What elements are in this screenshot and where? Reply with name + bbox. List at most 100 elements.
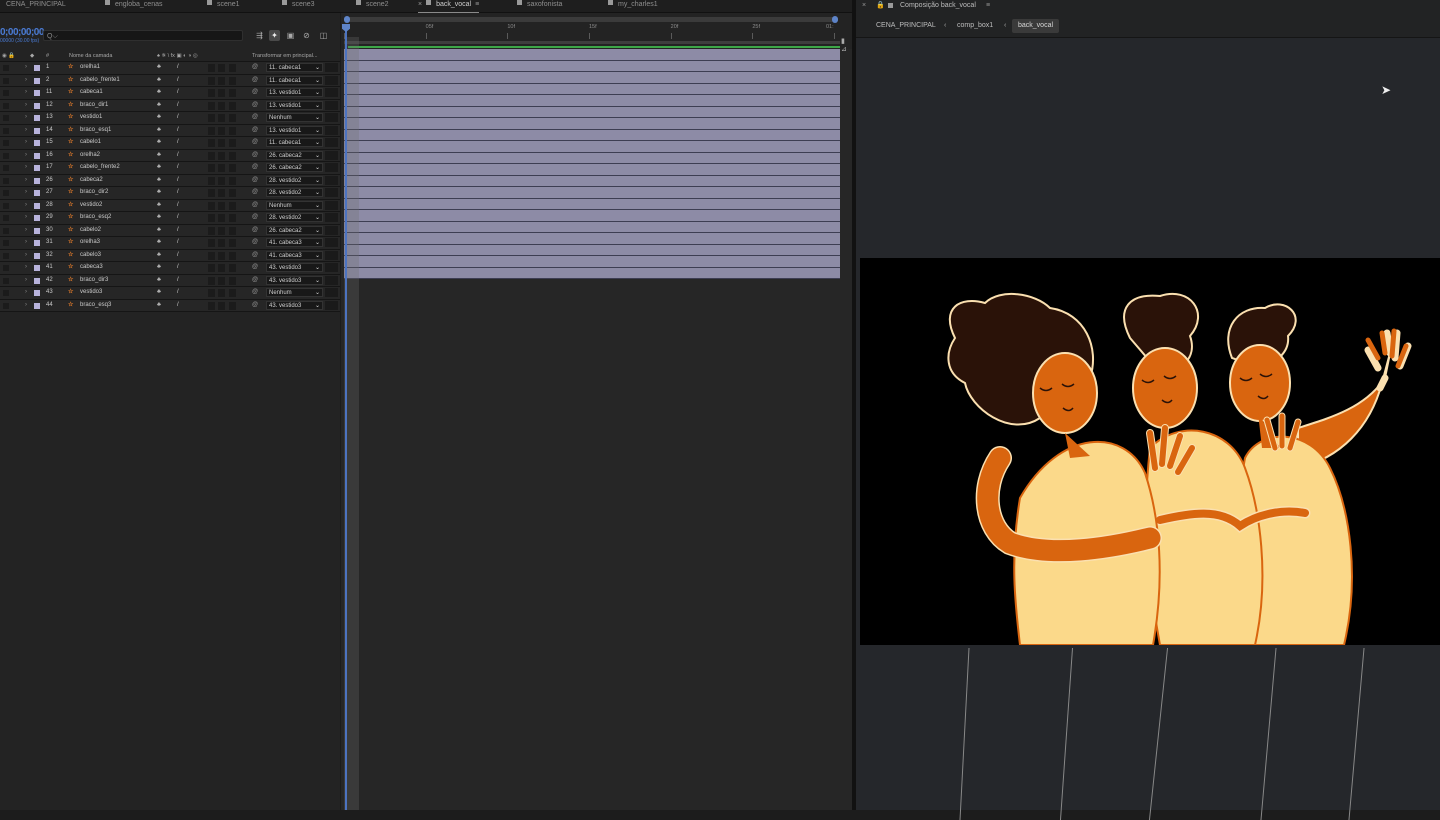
- shy-switch-icon[interactable]: ♣: [157, 187, 161, 199]
- parent-dropdown[interactable]: 28. vestido2 ⌄: [266, 213, 323, 222]
- graph-editor-icon[interactable]: ◫: [318, 30, 329, 41]
- quality-switch-icon[interactable]: /: [177, 200, 179, 212]
- layer-name[interactable]: braco_dir1: [80, 100, 108, 112]
- switch-box[interactable]: [218, 101, 225, 110]
- layer-name[interactable]: vestido2: [80, 200, 102, 212]
- switch-box[interactable]: [208, 89, 215, 97]
- layer-row[interactable]: › 26 ☆ cabeca2 ♣ / @28. vestido2 ⌄: [0, 174, 340, 187]
- switch-box[interactable]: [229, 251, 236, 260]
- switch-box[interactable]: [229, 151, 236, 160]
- shy-switch-icon[interactable]: ♣: [157, 112, 161, 124]
- switch-box[interactable]: [208, 239, 215, 247]
- pick-whip-icon[interactable]: @: [252, 62, 258, 74]
- close-icon[interactable]: ×: [862, 0, 866, 11]
- switch-box[interactable]: [229, 189, 236, 197]
- switch-box[interactable]: [208, 189, 215, 197]
- layer-row[interactable]: › 12 ☆ braco_dir1 ♣ / @13. vestido1 ⌄: [0, 99, 340, 112]
- layer-row[interactable]: › 1 ☆ orelha1 ♣ / @11. cabeca1 ⌄: [0, 62, 340, 75]
- comp-marker-icon[interactable]: ▮ ⊿: [841, 37, 850, 59]
- layer-duration-bar[interactable]: [344, 72, 840, 84]
- layer-label-color[interactable]: [34, 290, 40, 296]
- parent-dropdown[interactable]: Nenhum ⌄: [266, 288, 323, 297]
- switch-box[interactable]: [229, 214, 236, 222]
- parent-dropdown[interactable]: 26. cabeca2 ⌄: [266, 225, 323, 235]
- switch-box[interactable]: [218, 126, 225, 135]
- switch-box[interactable]: [208, 201, 215, 210]
- switch-box[interactable]: [229, 264, 236, 272]
- expand-chevron-icon[interactable]: ›: [25, 200, 27, 212]
- switch-box[interactable]: [229, 276, 236, 285]
- switch-box[interactable]: [218, 164, 225, 172]
- quality-switch-icon[interactable]: /: [177, 100, 179, 112]
- parent-dropdown[interactable]: 13. vestido1 ⌄: [266, 88, 323, 97]
- layer-row[interactable]: › 41 ☆ cabeca3 ♣ / @43. vestido3 ⌄: [0, 262, 340, 275]
- layer-row[interactable]: › 2 ☆ cabelo_frente1 ♣ / @11. cabeca1 ⌄: [0, 74, 340, 87]
- switch-box[interactable]: [218, 201, 225, 210]
- tab-my-charles1[interactable]: my_charles1: [608, 0, 658, 12]
- layer-label-color[interactable]: [34, 202, 40, 209]
- layer-row[interactable]: › 16 ☆ orelha2 ♣ / @26. cabeca2 ⌄: [0, 149, 340, 162]
- layer-duration-bar[interactable]: [344, 244, 840, 256]
- parent-dropdown[interactable]: 41. cabeca3 ⌄: [266, 250, 323, 260]
- shy-switch-icon[interactable]: ♣: [157, 250, 161, 262]
- switch-box[interactable]: [218, 189, 225, 197]
- layer-name[interactable]: cabeca2: [80, 175, 103, 187]
- switch-box[interactable]: [218, 214, 225, 222]
- quality-switch-icon[interactable]: /: [177, 125, 179, 137]
- parent-dropdown[interactable]: Nenhum ⌄: [266, 113, 323, 122]
- layer-label-color[interactable]: [34, 302, 40, 309]
- quality-switch-icon[interactable]: /: [177, 225, 179, 237]
- pick-whip-icon[interactable]: @: [252, 150, 258, 162]
- time-navigator-bar[interactable]: [344, 16, 838, 23]
- layer-label-color[interactable]: [34, 177, 40, 184]
- shy-switch-icon[interactable]: ♣: [157, 75, 161, 87]
- visibility-toggle[interactable]: [3, 202, 9, 209]
- switch-box[interactable]: [208, 226, 215, 235]
- switch-box[interactable]: [208, 126, 215, 135]
- shy-switch-icon[interactable]: ♣: [157, 137, 161, 149]
- expand-chevron-icon[interactable]: ›: [25, 225, 27, 237]
- layer-row[interactable]: › 11 ☆ cabeca1 ♣ / @13. vestido1 ⌄: [0, 87, 340, 100]
- layer-duration-bar[interactable]: [344, 95, 840, 107]
- layer-label-color[interactable]: [34, 65, 40, 71]
- switch-box[interactable]: [208, 101, 215, 110]
- layer-label-color[interactable]: [34, 152, 40, 159]
- shy-switch-icon[interactable]: ♣: [157, 225, 161, 237]
- switch-box[interactable]: [208, 64, 215, 72]
- quality-switch-icon[interactable]: /: [177, 237, 179, 249]
- parent-dropdown[interactable]: 28. vestido2 ⌄: [266, 188, 323, 197]
- expand-chevron-icon[interactable]: ›: [25, 212, 27, 224]
- switch-box[interactable]: [208, 251, 215, 260]
- layer-search-input[interactable]: Q⌵: [43, 30, 243, 41]
- shy-switch-icon[interactable]: ♣: [157, 212, 161, 224]
- quality-switch-icon[interactable]: /: [177, 150, 179, 162]
- switch-box[interactable]: [229, 139, 236, 147]
- switch-box[interactable]: [208, 276, 215, 285]
- visibility-toggle[interactable]: [3, 177, 9, 184]
- quality-switch-icon[interactable]: /: [177, 162, 179, 174]
- layer-name[interactable]: braco_esq2: [80, 212, 111, 224]
- quality-switch-icon[interactable]: /: [177, 287, 179, 299]
- current-time-indicator[interactable]: [345, 25, 347, 810]
- layer-label-color[interactable]: [34, 127, 40, 134]
- switch-box[interactable]: [208, 76, 215, 85]
- pick-whip-icon[interactable]: @: [252, 175, 258, 187]
- tab-scene1[interactable]: scene1: [207, 0, 240, 12]
- shy-switch-icon[interactable]: ♣: [157, 175, 161, 187]
- close-icon[interactable]: ×: [418, 1, 422, 8]
- pick-whip-icon[interactable]: @: [252, 212, 258, 224]
- expand-chevron-icon[interactable]: ›: [25, 237, 27, 249]
- visibility-toggle[interactable]: [3, 277, 9, 284]
- layer-name[interactable]: braco_dir2: [80, 187, 108, 199]
- quality-switch-icon[interactable]: /: [177, 137, 179, 149]
- shy-layers-icon[interactable]: ▣: [285, 30, 296, 41]
- comp-flowchart-icon[interactable]: ⇶: [254, 30, 265, 41]
- parent-dropdown[interactable]: 28. vestido2 ⌄: [266, 175, 323, 185]
- expand-chevron-icon[interactable]: ›: [25, 100, 27, 112]
- expand-chevron-icon[interactable]: ›: [25, 87, 27, 99]
- pick-whip-icon[interactable]: @: [252, 87, 258, 99]
- visibility-toggle[interactable]: [3, 252, 9, 259]
- switch-box[interactable]: [208, 176, 215, 185]
- breadcrumb-item[interactable]: CENA_PRINCIPAL: [876, 15, 936, 37]
- layer-label-color[interactable]: [34, 165, 40, 171]
